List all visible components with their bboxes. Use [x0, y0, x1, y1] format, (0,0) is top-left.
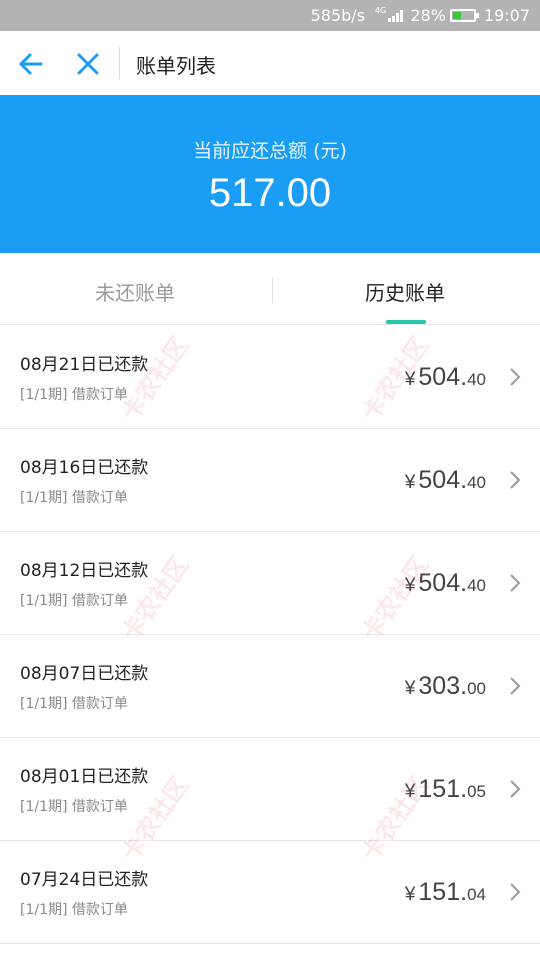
currency-symbol: ¥	[404, 472, 416, 493]
status-bar: 585b/s 4G 28% 19:07	[0, 0, 540, 31]
clock: 19:07	[483, 6, 530, 25]
close-icon[interactable]	[74, 50, 102, 78]
network-speed: 585b/s	[310, 6, 366, 25]
bill-subtitle: [1/1期] 借款订单	[20, 490, 128, 506]
list-item[interactable]: 08月12日已还款 [1/1期] 借款订单 ¥504.40	[0, 532, 540, 635]
bill-subtitle: [1/1期] 借款订单	[20, 593, 128, 609]
signal-icon	[388, 9, 404, 22]
page-title: 账单列表	[136, 54, 216, 78]
chevron-right-icon	[508, 675, 522, 697]
list-item[interactable]: 08月16日已还款 [1/1期] 借款订单 ¥504.40	[0, 429, 540, 532]
bill-title: 08月12日已还款	[20, 561, 149, 581]
tab-history-bills[interactable]: 历史账单	[270, 253, 540, 325]
amount-summary-banner: 当前应还总额 (元) 517.00	[0, 95, 540, 253]
bill-title: 08月16日已还款	[20, 458, 149, 478]
bill-tabs: 未还账单 历史账单	[0, 253, 540, 325]
network-type: 4G	[375, 6, 387, 15]
amount-integer: 151	[418, 775, 461, 803]
bill-subtitle: [1/1期] 借款订单	[20, 799, 128, 815]
nav-divider	[119, 47, 120, 79]
currency-symbol: ¥	[404, 781, 416, 802]
tab-label: 未还账单	[95, 281, 175, 305]
chevron-right-icon	[508, 778, 522, 800]
list-item[interactable]: 08月07日已还款 [1/1期] 借款订单 ¥303.00	[0, 635, 540, 738]
amount-decimal: 00	[467, 679, 486, 698]
bill-amount: ¥504.40	[404, 569, 486, 597]
battery-percent: 28%	[410, 6, 446, 25]
active-tab-indicator	[386, 320, 426, 324]
bill-amount: ¥504.40	[404, 466, 486, 494]
currency-symbol: ¥	[404, 678, 416, 699]
bill-subtitle: [1/1期] 借款订单	[20, 696, 128, 712]
list-item[interactable]: 07月24日已还款 [1/1期] 借款订单 ¥151.04	[0, 841, 540, 944]
total-due-amount: 517.00	[208, 171, 332, 215]
bill-amount: ¥504.40	[404, 363, 486, 391]
nav-bar: 账单列表	[0, 31, 540, 95]
amount-integer: 504	[418, 569, 461, 597]
bill-subtitle: [1/1期] 借款订单	[20, 387, 128, 403]
amount-decimal: 40	[467, 576, 486, 595]
bill-subtitle: [1/1期] 借款订单	[20, 902, 128, 918]
currency-symbol: ¥	[404, 884, 416, 905]
amount-integer: 303	[418, 672, 461, 700]
arrow-left-icon[interactable]	[17, 50, 45, 78]
currency-symbol: ¥	[404, 575, 416, 596]
bill-list: 08月21日已还款 [1/1期] 借款订单 ¥504.40 08月16日已还款 …	[0, 326, 540, 944]
total-due-label: 当前应还总额 (元)	[193, 140, 347, 162]
bill-amount: ¥151.05	[404, 775, 486, 803]
bill-amount: ¥151.04	[404, 878, 486, 906]
amount-decimal: 05	[467, 782, 486, 801]
amount-integer: 504	[418, 363, 461, 391]
tab-unpaid-bills[interactable]: 未还账单	[0, 253, 270, 325]
amount-integer: 504	[418, 466, 461, 494]
chevron-right-icon	[508, 469, 522, 491]
bill-title: 08月01日已还款	[20, 767, 149, 787]
amount-decimal: 40	[467, 370, 486, 389]
battery-icon	[449, 9, 479, 22]
amount-decimal: 40	[467, 473, 486, 492]
bill-title: 08月07日已还款	[20, 664, 149, 684]
list-item[interactable]: 08月21日已还款 [1/1期] 借款订单 ¥504.40	[0, 326, 540, 429]
list-item[interactable]: 08月01日已还款 [1/1期] 借款订单 ¥151.05	[0, 738, 540, 841]
chevron-right-icon	[508, 572, 522, 594]
bill-amount: ¥303.00	[404, 672, 486, 700]
currency-symbol: ¥	[404, 369, 416, 390]
amount-decimal: 04	[467, 885, 486, 904]
bill-title: 07月24日已还款	[20, 870, 149, 890]
chevron-right-icon	[508, 366, 522, 388]
amount-integer: 151	[418, 878, 461, 906]
chevron-right-icon	[508, 881, 522, 903]
bill-title: 08月21日已还款	[20, 355, 149, 375]
tab-label: 历史账单	[365, 281, 445, 305]
